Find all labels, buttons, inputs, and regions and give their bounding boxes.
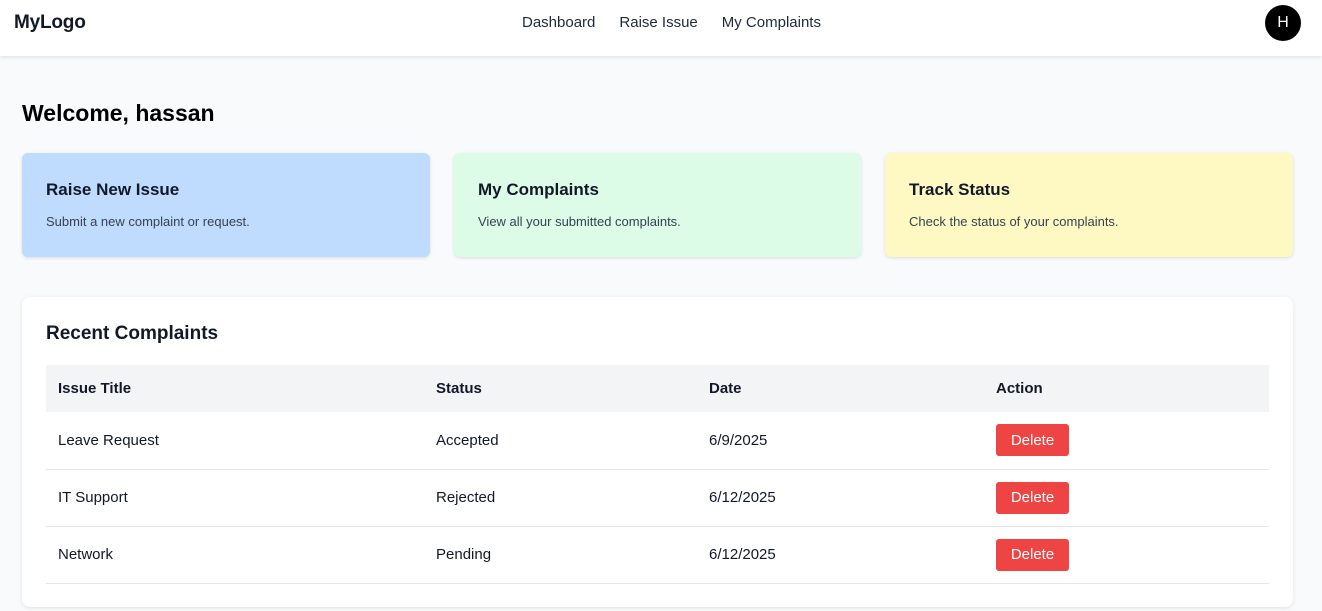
nav-links: Dashboard Raise Issue My Complaints [522, 14, 821, 31]
header-issue-title: Issue Title [46, 365, 424, 412]
header-date: Date [697, 365, 984, 412]
card-raise-new-issue[interactable]: Raise New Issue Submit a new complaint o… [22, 153, 430, 257]
action-cell: Delete [984, 469, 1269, 527]
action-cell: Delete [984, 412, 1269, 470]
status-badge: Pending [424, 526, 697, 584]
delete-button[interactable]: Delete [996, 481, 1069, 514]
card-description: Check the status of your complaints. [909, 214, 1119, 229]
header-action: Action [984, 365, 1269, 412]
table-header-row: Issue Title Status Date Action [46, 365, 1269, 412]
issue-date: 6/12/2025 [697, 469, 984, 527]
card-title: Raise New Issue [46, 180, 180, 199]
card-track-status[interactable]: Track Status Check the status of your co… [885, 153, 1293, 257]
card-title: My Complaints [478, 180, 599, 199]
status-badge: Accepted [424, 412, 697, 470]
card-description: Submit a new complaint or request. [46, 214, 250, 229]
recent-complaints-panel: Recent Complaints Issue Title Status Dat… [22, 297, 1293, 607]
table-row: IT Support Rejected 6/12/2025 Delete [46, 469, 1269, 527]
nav-link-raise-issue[interactable]: Raise Issue [619, 14, 697, 31]
action-cell: Delete [984, 526, 1269, 584]
status-badge: Rejected [424, 469, 697, 527]
nav-link-my-complaints[interactable]: My Complaints [722, 14, 821, 31]
issue-title: Network [46, 526, 424, 584]
nav-link-dashboard[interactable]: Dashboard [522, 14, 595, 31]
card-title: Track Status [909, 180, 1011, 199]
logo[interactable]: MyLogo [14, 12, 86, 34]
recent-complaints-title: Recent Complaints [46, 323, 219, 344]
card-description: View all your submitted complaints. [478, 214, 681, 229]
card-my-complaints[interactable]: My Complaints View all your submitted co… [454, 153, 861, 257]
header-status: Status [424, 365, 697, 412]
page-title: Welcome, hassan [22, 100, 215, 126]
delete-button[interactable]: Delete [996, 538, 1069, 571]
issue-title: IT Support [46, 469, 424, 527]
complaints-table: Issue Title Status Date Action Leave Req… [46, 365, 1269, 584]
issue-date: 6/12/2025 [697, 526, 984, 584]
avatar[interactable]: H [1265, 5, 1301, 41]
delete-button[interactable]: Delete [996, 424, 1069, 457]
issue-date: 6/9/2025 [697, 412, 984, 470]
table-row: Network Pending 6/12/2025 Delete [46, 526, 1269, 584]
issue-title: Leave Request [46, 412, 424, 470]
table-row: Leave Request Accepted 6/9/2025 Delete [46, 412, 1269, 470]
navbar: MyLogo Dashboard Raise Issue My Complain… [0, 0, 1322, 56]
